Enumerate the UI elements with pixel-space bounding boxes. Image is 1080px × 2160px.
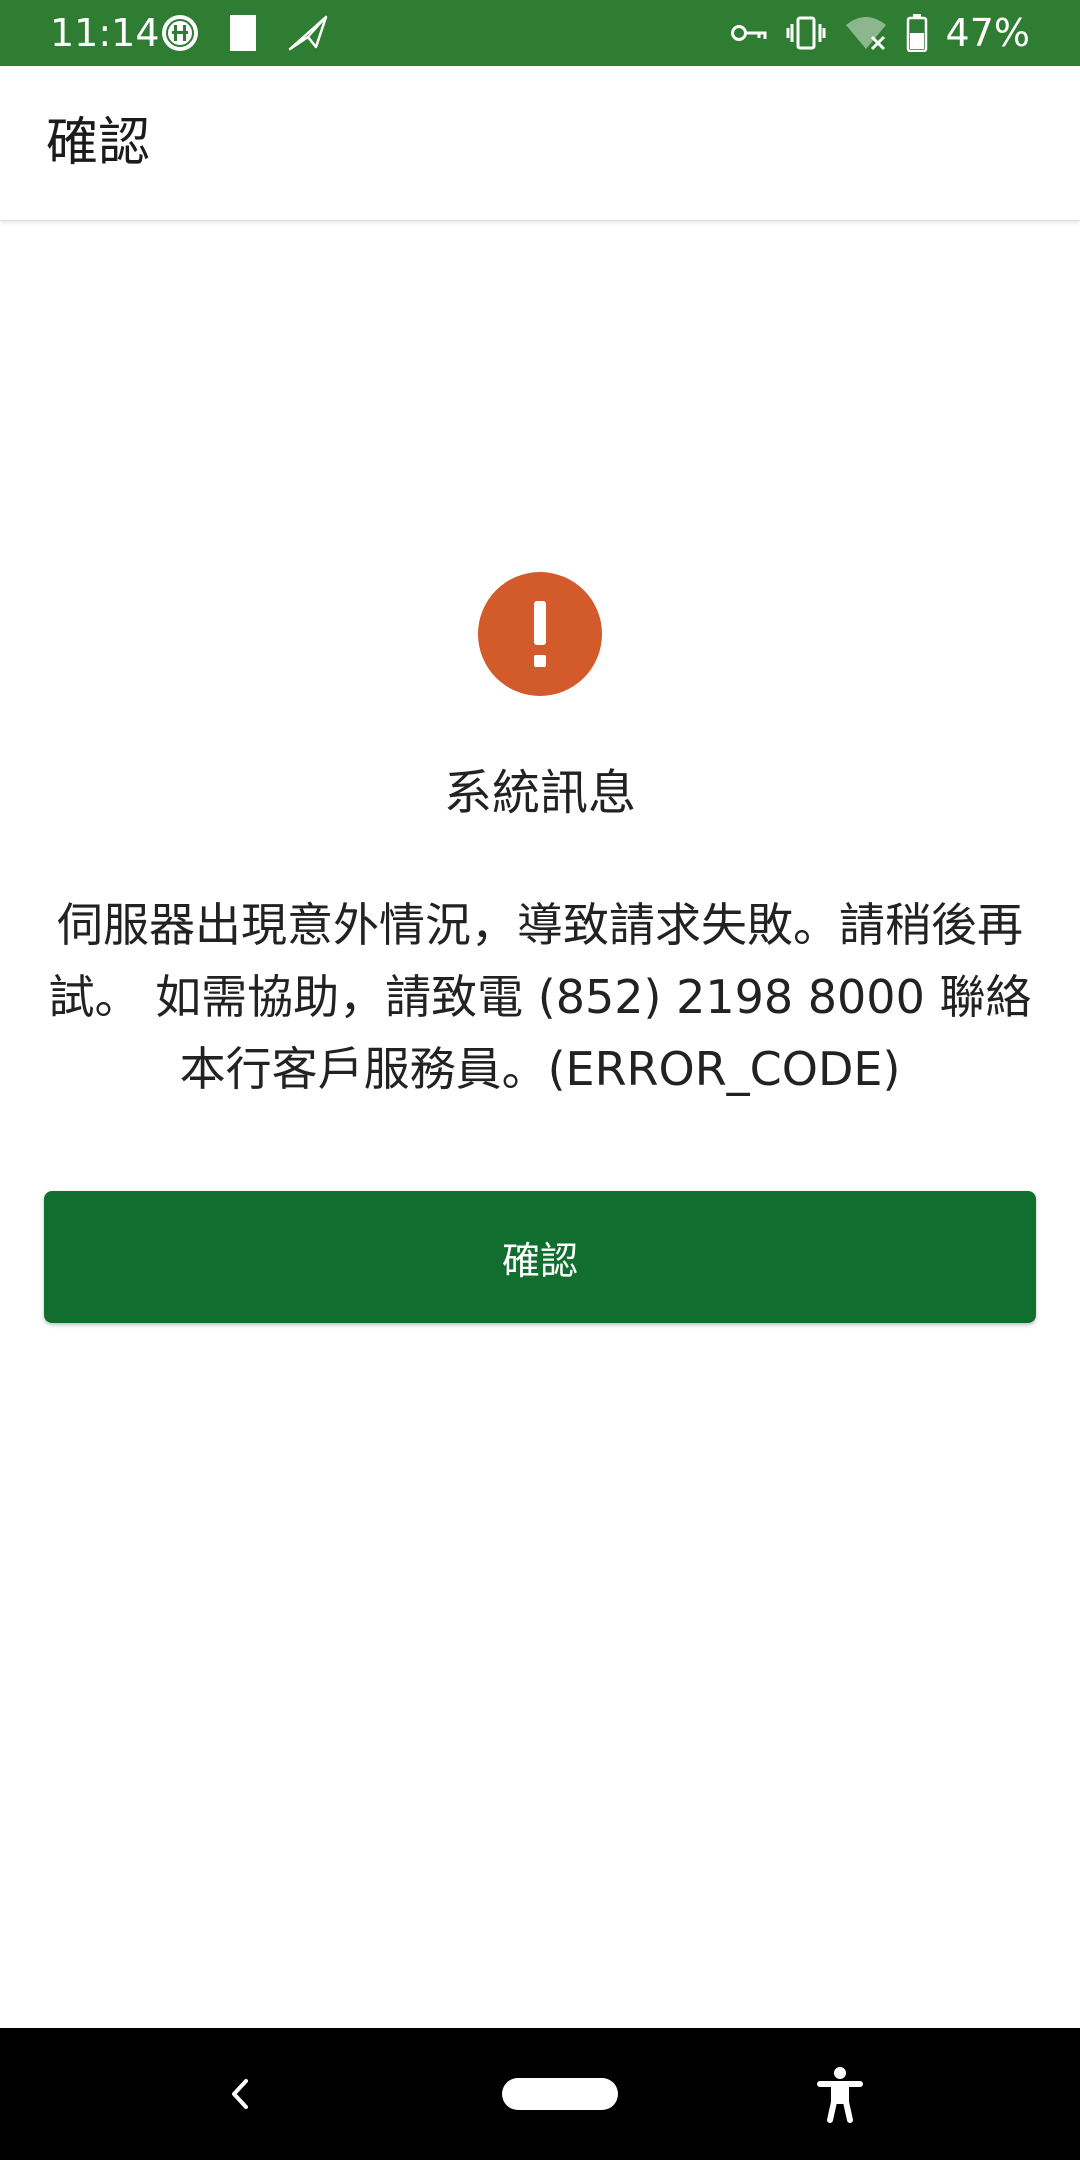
message-body: 伺服器出現意外情況，導致請求失敗。請稍後再試。 如需協助，請致電 (852) 2… bbox=[48, 898, 1032, 1096]
vpn-key-icon bbox=[730, 18, 768, 48]
send-icon bbox=[286, 13, 330, 53]
confirm-button[interactable]: 確認 bbox=[44, 1191, 1036, 1323]
wifi-off-icon bbox=[844, 15, 888, 51]
page-title: 確認 bbox=[46, 113, 151, 173]
status-left-icons bbox=[160, 11, 330, 55]
home-icon[interactable] bbox=[502, 2078, 618, 2110]
bank-app-icon bbox=[160, 13, 200, 53]
status-bar: 11:14 47% bbox=[0, 0, 1080, 66]
screen: 11:14 47% 確認 系統訊息 伺服器出現意外情況，導致請求失敗。請稍後再試… bbox=[0, 0, 1080, 2160]
vibrate-icon bbox=[786, 16, 826, 50]
status-right: 47% bbox=[730, 10, 1030, 56]
sd-card-icon bbox=[226, 13, 260, 53]
back-icon[interactable] bbox=[222, 2073, 258, 2115]
app-bar: 確認 bbox=[0, 66, 1080, 221]
status-time: 11:14 bbox=[50, 11, 160, 55]
nav-bar bbox=[0, 2028, 1080, 2160]
accessibility-icon[interactable] bbox=[812, 2064, 868, 2124]
alert-icon bbox=[478, 572, 602, 696]
battery-icon bbox=[906, 14, 928, 52]
battery-percent: 47% bbox=[945, 11, 1030, 55]
message-title: 系統訊息 bbox=[443, 765, 636, 821]
